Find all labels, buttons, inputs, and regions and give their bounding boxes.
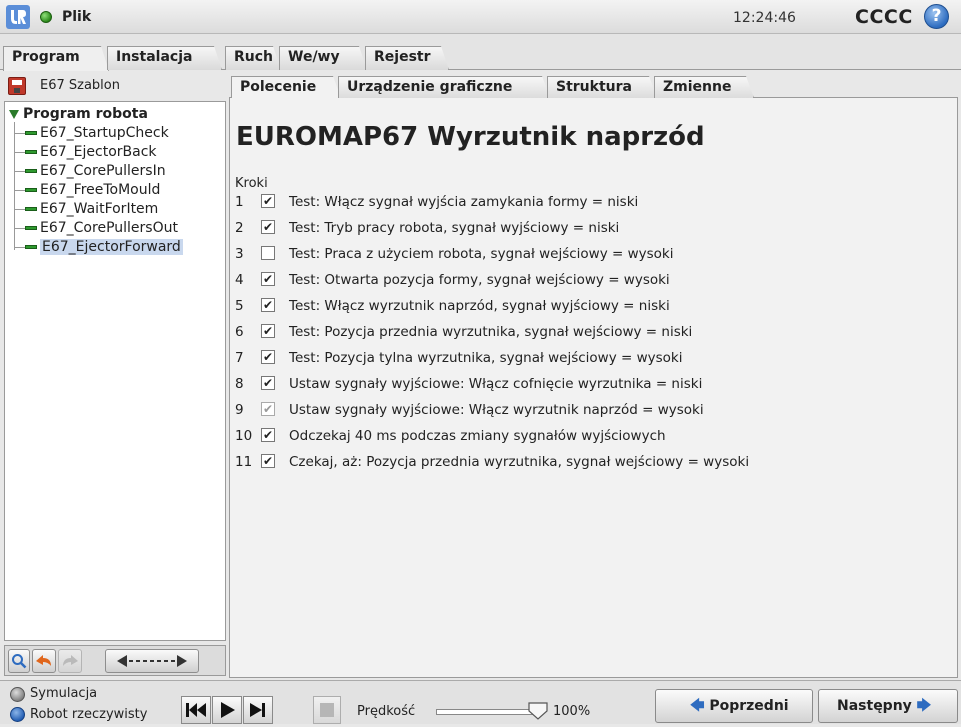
ur-logo-icon: [6, 5, 30, 29]
step-checkbox[interactable]: ✔: [261, 324, 275, 338]
play-icon: [221, 702, 235, 718]
program-header: E67 Szablon: [4, 71, 226, 99]
speed-value: 100%: [553, 704, 591, 719]
node-panel: Polecenie Urządzenie graficzne Struktura…: [229, 71, 958, 678]
step-row: 3 Test: Praca z użyciem robota, sygnał we…: [235, 246, 674, 262]
step-row: 11 ✔ Czekaj, aż: Pozycja przednia wyrzutni…: [235, 454, 750, 470]
next-label: Następny: [837, 698, 912, 714]
node-title: EUROMAP67 Wyrzutnik naprzód: [236, 122, 705, 152]
step-row: 5 ✔ Test: Włącz wyrzutnik naprzód, sygnał …: [235, 298, 670, 314]
step-button[interactable]: [243, 696, 273, 724]
tree-item[interactable]: E67_FreeToMould: [15, 182, 160, 201]
stop-button[interactable]: [313, 696, 341, 724]
step-checkbox[interactable]: ✔: [261, 454, 275, 468]
steps-label: Kroki: [235, 176, 268, 191]
tree-item[interactable]: E67_CorePullersOut: [15, 220, 178, 239]
command-icon: [25, 131, 37, 135]
main-tabs: Program Instalacja Ruch We/wy Rejestr: [0, 34, 961, 70]
sub-tabs: Polecenie Urządzenie graficzne Struktura…: [229, 71, 958, 98]
previous-button[interactable]: 🡄 Poprzedni: [655, 689, 813, 723]
speed-slider-thumb[interactable]: [527, 702, 549, 720]
step-checkbox[interactable]: ✔: [261, 402, 275, 416]
tab-log[interactable]: Rejestr: [365, 46, 449, 70]
step-row: 4 ✔ Test: Otwarta pozycja formy, sygnał we…: [235, 272, 670, 288]
step-checkbox[interactable]: ✔: [261, 376, 275, 390]
program-name: E67 Szablon: [40, 78, 120, 93]
move-arrows-icon: [117, 655, 187, 667]
tab-io[interactable]: We/wy: [279, 46, 367, 70]
file-menu[interactable]: Plik: [62, 9, 91, 25]
speed-slider[interactable]: [436, 709, 540, 715]
expand-triangle-icon[interactable]: [9, 110, 19, 119]
command-icon: [25, 188, 37, 192]
step-checkbox[interactable]: [261, 246, 275, 260]
real-robot-radio[interactable]: [10, 707, 25, 722]
stop-icon: [320, 703, 334, 717]
tree-item[interactable]: E67_CorePullersIn: [15, 163, 166, 182]
command-icon: [25, 169, 37, 173]
speed-label: Prędkość: [357, 704, 416, 719]
undo-button[interactable]: [32, 649, 56, 673]
next-button[interactable]: Następny 🡆: [818, 689, 958, 723]
search-icon: [12, 654, 27, 669]
step-checkbox[interactable]: ✔: [261, 428, 275, 442]
tab-program[interactable]: Program: [3, 46, 109, 71]
step-row: 1 ✔ Test: Włącz sygnał wyjścia zamykania f…: [235, 194, 639, 210]
step-row: 9 ✔ Ustaw sygnały wyjściowe: Włącz wyrzutn…: [235, 402, 704, 418]
tree-item[interactable]: E67_StartupCheck: [15, 125, 169, 144]
save-program-icon[interactable]: [8, 77, 26, 95]
step-row: 10 ✔ Odczekaj 40 ms podczas zmiany sygnałó…: [235, 428, 666, 444]
robot-name: CCCC: [855, 6, 913, 28]
bottom-bar: Symulacja Robot rzeczywisty Prędkość 100…: [0, 680, 961, 724]
step-checkbox[interactable]: ✔: [261, 298, 275, 312]
move-node-button[interactable]: [105, 649, 199, 673]
step-checkbox[interactable]: ✔: [261, 220, 275, 234]
command-icon: [25, 226, 37, 230]
tab-graphics[interactable]: Urządzenie graficzne: [338, 76, 550, 98]
step-checkbox[interactable]: ✔: [261, 194, 275, 208]
tree-root[interactable]: Program robota: [9, 106, 148, 122]
redo-button[interactable]: [58, 649, 82, 673]
tab-move[interactable]: Ruch: [225, 46, 281, 70]
redo-icon: [63, 655, 78, 666]
tab-variables[interactable]: Zmienne: [654, 76, 754, 98]
tab-structure[interactable]: Struktura: [547, 76, 657, 98]
arrow-right-icon: 🡆: [916, 698, 932, 714]
command-content: EUROMAP67 Wyrzutnik naprzód Kroki 1 ✔ Test…: [229, 98, 958, 678]
step-row: 2 ✔ Test: Tryb pracy robota, sygnał wyjści…: [235, 220, 620, 236]
tab-installation[interactable]: Instalacja: [107, 46, 222, 70]
tree-toolbar: [4, 645, 226, 676]
top-bar: Plik 12:24:46 CCCC ?: [0, 0, 961, 34]
step-row: 7 ✔ Test: Pozycja tylna wyrzutnika, sygnał…: [235, 350, 683, 366]
search-button[interactable]: [8, 649, 30, 673]
simulation-radio[interactable]: [10, 687, 25, 702]
step-checkbox[interactable]: ✔: [261, 350, 275, 364]
step-row: 8 ✔ Ustaw sygnały wyjściowe: Włącz cofnięc…: [235, 376, 703, 392]
robot-status-icon: [40, 11, 52, 23]
undo-icon: [36, 655, 51, 666]
tab-command[interactable]: Polecenie: [231, 76, 341, 98]
program-tree: Program robota E67_StartupCheck E67_Ejec…: [4, 101, 226, 641]
clock: 12:24:46: [733, 10, 796, 26]
play-button[interactable]: [212, 696, 242, 724]
command-icon: [25, 207, 37, 211]
step-checkbox[interactable]: ✔: [261, 272, 275, 286]
real-robot-label: Robot rzeczywisty: [30, 707, 148, 722]
tree-item[interactable]: E67_EjectorBack: [15, 144, 157, 163]
step-row: 6 ✔ Test: Pozycja przednia wyrzutnika, syg…: [235, 324, 693, 340]
tree-root-label: Program robota: [23, 106, 148, 122]
tree-item[interactable]: E67_WaitForItem: [15, 201, 158, 220]
skip-back-icon: [186, 703, 206, 717]
command-icon: [25, 245, 37, 249]
tree-item-selected[interactable]: E67_EjectorForward: [15, 239, 183, 258]
arrow-left-icon: 🡄: [690, 698, 705, 714]
simulation-label: Symulacja: [30, 686, 98, 701]
rewind-button[interactable]: [181, 696, 211, 724]
help-icon[interactable]: ?: [924, 4, 949, 29]
step-forward-icon: [250, 703, 265, 717]
previous-label: Poprzedni: [709, 698, 789, 714]
command-icon: [25, 150, 37, 154]
